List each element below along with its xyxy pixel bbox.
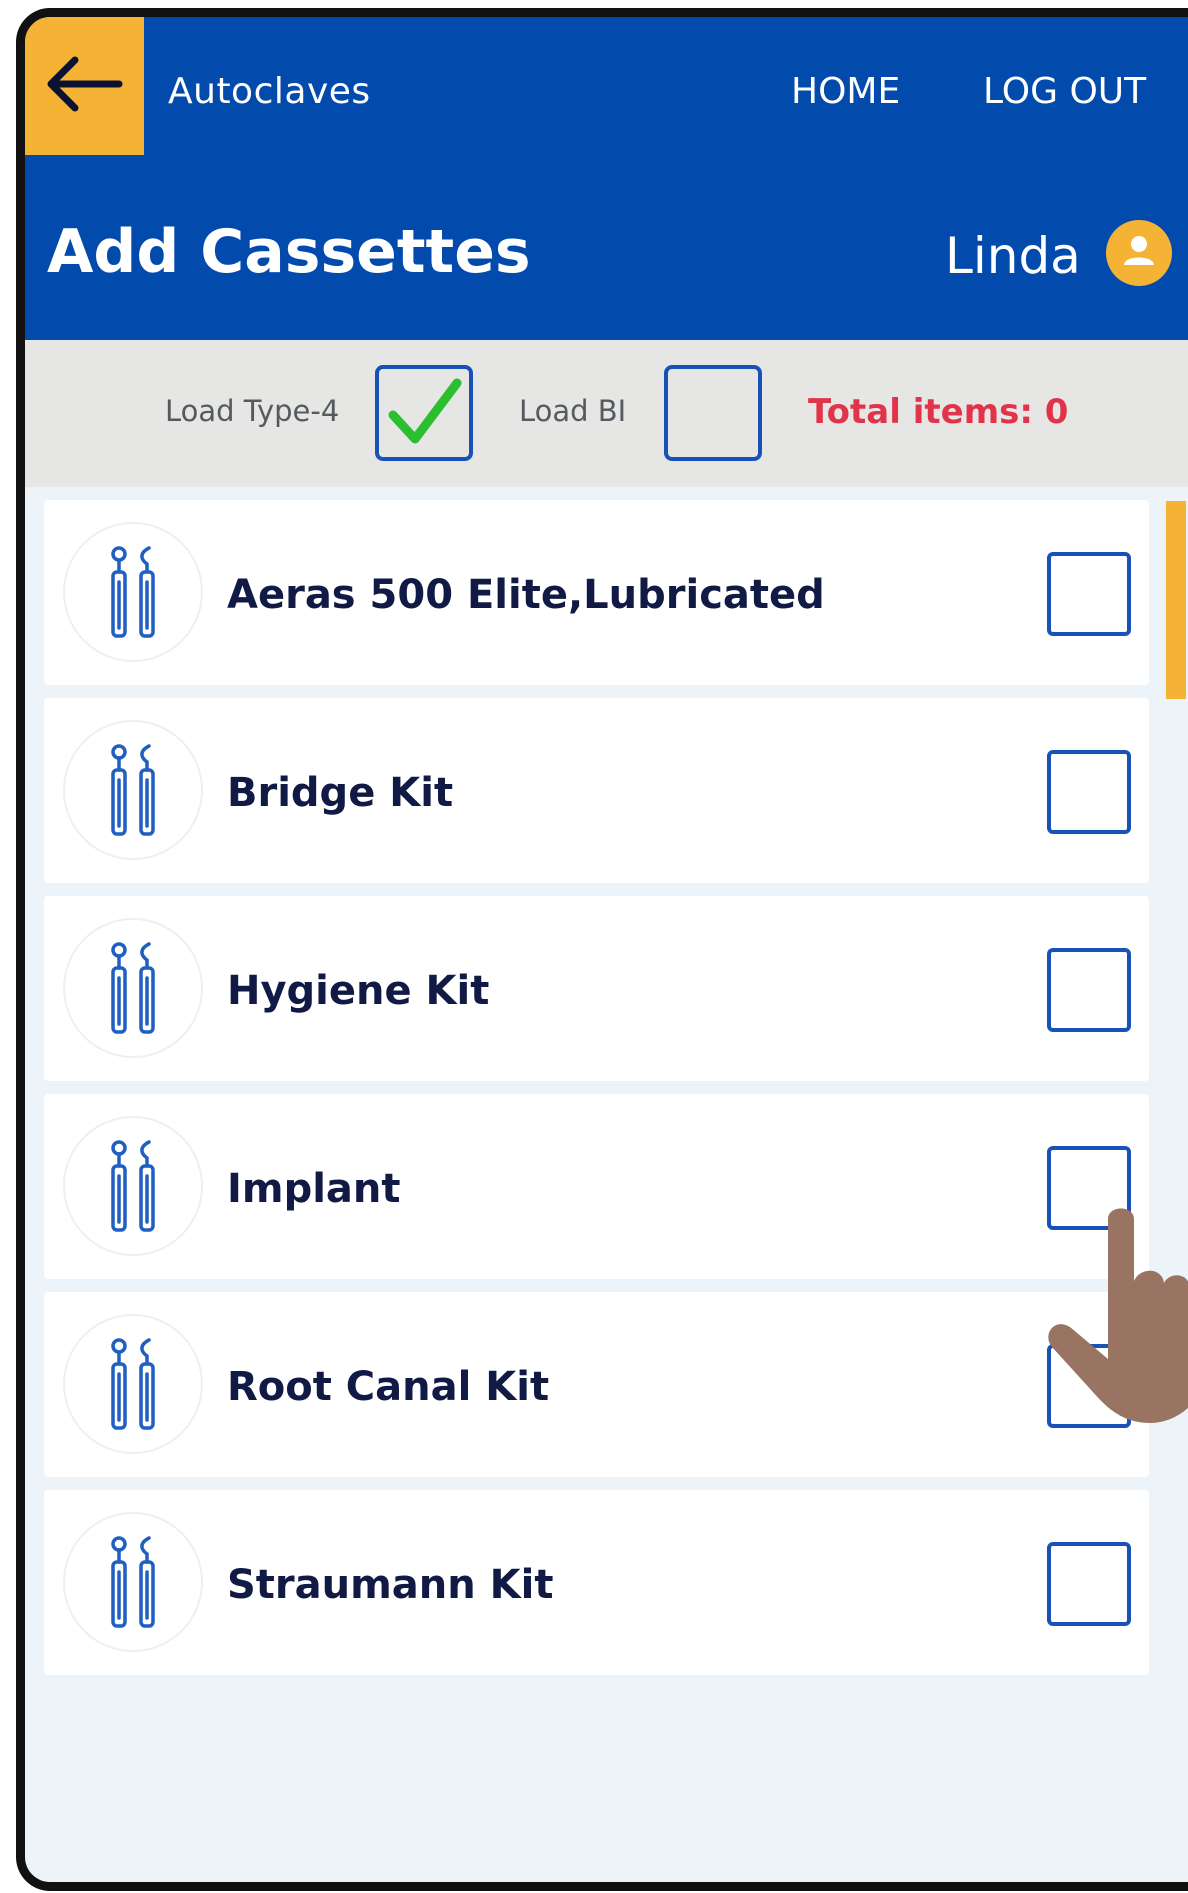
list-item[interactable]: Implant [44, 1094, 1149, 1279]
list-item-label: Straumann Kit [227, 1562, 554, 1608]
cassette-checkbox[interactable] [1047, 1146, 1131, 1230]
load-bi-label: Load BI [519, 394, 627, 428]
nav-title: Autoclaves [168, 71, 371, 112]
list-item-label: Implant [227, 1166, 401, 1212]
options-bar: Load Type-4 Load BI Total items: 0 [25, 340, 1188, 487]
list-item-label: Aeras 500 Elite,Lubricated [227, 572, 825, 618]
cassette-checkbox[interactable] [1047, 552, 1131, 636]
list-item[interactable]: Hygiene Kit [44, 896, 1149, 1081]
total-items: Total items: 0 [808, 392, 1069, 432]
list-item-label: Hygiene Kit [227, 968, 490, 1014]
scrollbar-thumb[interactable] [1166, 501, 1186, 699]
device-frame: Autoclaves HOME LOG OUT Add Cassettes Li… [16, 8, 1188, 1891]
home-link[interactable]: HOME [791, 71, 900, 112]
logout-link[interactable]: LOG OUT [983, 71, 1146, 112]
avatar[interactable] [1106, 220, 1172, 286]
dental-instruments-icon [63, 720, 203, 860]
dental-instruments-icon [63, 1116, 203, 1256]
app-screen: Autoclaves HOME LOG OUT Add Cassettes Li… [25, 17, 1188, 1882]
cassette-checkbox[interactable] [1047, 1542, 1131, 1626]
dental-instruments-icon [63, 1512, 203, 1652]
list-item-label: Root Canal Kit [227, 1364, 550, 1410]
arrow-left-icon [45, 54, 125, 118]
list-item[interactable]: Root Canal Kit [44, 1292, 1149, 1477]
cassette-checkbox[interactable] [1047, 750, 1131, 834]
list-item[interactable]: Bridge Kit [44, 698, 1149, 883]
cassette-checkbox[interactable] [1047, 1344, 1131, 1428]
user-name: Linda [945, 227, 1081, 285]
load-bi-checkbox[interactable] [664, 365, 762, 461]
list-item[interactable]: Aeras 500 Elite,Lubricated [44, 500, 1149, 685]
dental-instruments-icon [63, 1314, 203, 1454]
cassette-checkbox[interactable] [1047, 948, 1131, 1032]
dental-instruments-icon [63, 522, 203, 662]
load-type-checkbox[interactable] [375, 365, 473, 461]
page-title: Add Cassettes [47, 217, 531, 287]
dental-instruments-icon [63, 918, 203, 1058]
list-item[interactable]: Straumann Kit [44, 1490, 1149, 1675]
load-type-label: Load Type-4 [165, 394, 340, 428]
list-item-label: Bridge Kit [227, 770, 454, 816]
top-bar: Autoclaves HOME LOG OUT Add Cassettes Li… [25, 17, 1188, 340]
back-button[interactable] [25, 17, 144, 155]
user-icon [1119, 231, 1159, 275]
